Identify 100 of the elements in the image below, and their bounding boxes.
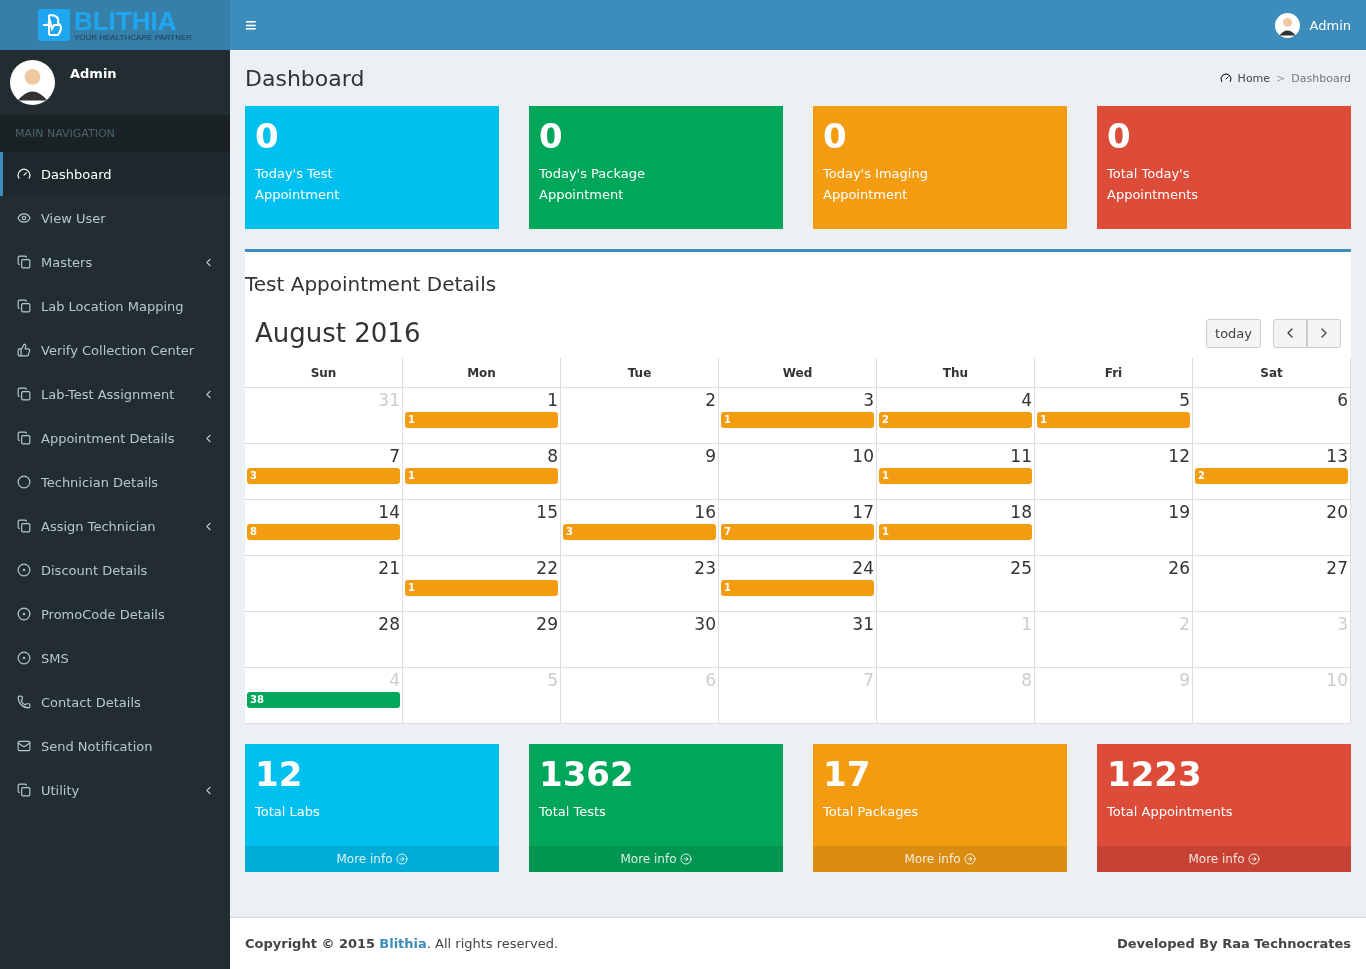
panel-title: Test Appointment Details [245,271,498,298]
event-bar[interactable]: 38 [247,692,400,708]
user-menu[interactable]: Admin [1274,12,1351,38]
today-button[interactable]: today [1206,318,1261,348]
avatar-icon [1274,12,1300,38]
previous-button[interactable] [1273,318,1307,348]
day-number: 15 [536,502,558,522]
brand-name: BLITHIA [73,8,177,34]
envelope-icon [17,739,31,753]
day-number: 14 [378,502,400,522]
day-number: 1 [547,390,558,410]
day-number: 20 [1326,502,1348,522]
event-bar[interactable]: 1 [405,412,558,428]
copyright-text: Copyright © 2015 Blithia. All rights reserved. [245,936,559,951]
day-number: 23 [694,558,716,578]
copy-icon [17,783,31,797]
avatar-icon [10,60,55,105]
event-bar[interactable]: 7 [721,524,874,540]
day-number: 3 [863,390,874,410]
weekday-header: Fri [1035,358,1193,388]
day-number: 5 [1179,390,1190,410]
day-number: 24 [852,558,874,578]
developer-credit: Developed By Raa Technocrates [1117,936,1351,951]
stat-label: Today's Test Appointment [255,164,341,204]
circle-icon [17,475,31,489]
copy-icon [17,299,31,313]
stat-label: Today's Package Appointment [539,164,646,204]
stat-value: 0 [1107,116,1132,157]
arrow-circle-icon [679,853,692,865]
more-info-link[interactable]: More info [529,846,783,872]
sidebar-item[interactable]: Appointment Details [0,416,230,460]
event-bar[interactable]: 1 [405,468,558,484]
event-bar[interactable]: 1 [879,468,1032,484]
day-number: 25 [1010,558,1032,578]
stat-label: Total Labs [255,802,321,821]
more-info-link[interactable]: More info [813,846,1067,872]
section-header: MAIN NAVIGATION [0,115,230,152]
event-bar[interactable]: 8 [247,524,400,540]
event-bar[interactable]: 2 [1195,468,1348,484]
sidebar-user-name: Admin [70,66,117,83]
sidebar-item[interactable]: PromoCode Details [0,592,230,636]
stat-label: Total Packages [823,802,920,821]
sidebar-item[interactable]: Dashboard [0,152,230,196]
event-bar[interactable]: 1 [879,524,1032,540]
stat-value: 0 [255,116,280,157]
sidebar-item[interactable]: Lab-Test Assignment [0,372,230,416]
sidebar-item[interactable]: Verify Collection Center [0,328,230,372]
event-bar[interactable]: 1 [405,580,558,596]
event-bar[interactable]: 1 [1037,412,1190,428]
arrow-circle-icon [1247,853,1260,865]
dot-circle-icon [17,563,31,577]
brand-tagline: YOUR HEALTHCARE PARTNER [73,34,193,42]
menu-button[interactable]: ≡ [245,13,257,37]
sidebar-item[interactable]: Masters [0,240,230,284]
sidebar-item[interactable]: SMS [0,636,230,680]
day-number: 30 [694,614,716,634]
day-number: 21 [378,558,400,578]
event-bar[interactable]: 3 [563,524,716,540]
more-info-link[interactable]: More info [1097,846,1351,872]
event-bar[interactable]: 1 [721,412,874,428]
stat-label: Today's Imaging Appointment [823,164,929,204]
day-number: 27 [1326,558,1348,578]
breadcrumb-current: Dashboard [1291,71,1351,85]
day-number: 17 [852,502,874,522]
event-bar[interactable]: 1 [721,580,874,596]
breadcrumb-link[interactable]: Home [1237,71,1271,85]
sidebar-item[interactable]: Lab Location Mapping [0,284,230,328]
copy-icon [17,255,31,269]
stat-value: 0 [539,116,564,157]
event-bar[interactable]: 2 [879,412,1032,428]
day-number: 9 [705,446,716,466]
day-number: 11 [1010,446,1032,466]
sidebar-item[interactable]: Send Notification [0,724,230,768]
day-number: 19 [1168,502,1190,522]
day-number: 10 [852,446,874,466]
stat-label: Total Appointments [1107,802,1234,821]
weekday-header: Sun [245,358,403,388]
thumbs-up-icon [17,343,31,357]
stat-label: Total Tests [539,802,607,821]
sidebar-item[interactable]: Utility [0,768,230,812]
day-number: 2 [705,390,716,410]
next-button[interactable] [1307,318,1341,348]
sidebar-item[interactable]: Contact Details [0,680,230,724]
sidebar-item[interactable]: Assign Technician [0,504,230,548]
day-number: 28 [378,614,400,634]
day-number: 13 [1326,446,1348,466]
sidebar-item[interactable]: Discount Details [0,548,230,592]
eye-icon [17,211,31,225]
weekday-header: Thu [877,358,1035,388]
stat-value: 17 [823,754,872,795]
brand-link[interactable]: Blithia [379,936,427,951]
sidebar-item[interactable]: View User [0,196,230,240]
more-info-link[interactable]: More info [245,846,499,872]
sidebar-item[interactable]: Technician Details [0,460,230,504]
stat-value: 0 [823,116,848,157]
dashboard-icon [17,167,31,181]
event-bar[interactable]: 3 [247,468,400,484]
logo-icon [37,9,70,41]
weekday-header: Wed [719,358,877,388]
day-number: 12 [1168,446,1190,466]
